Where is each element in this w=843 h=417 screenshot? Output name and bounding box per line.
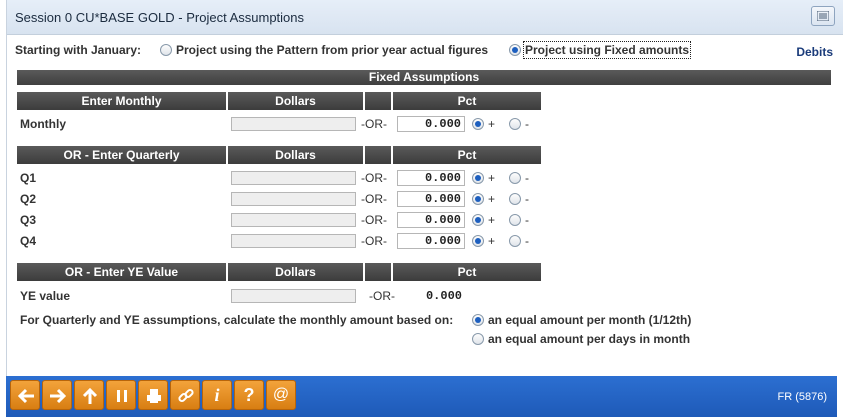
q3-or-label: -OR- (361, 213, 387, 227)
q2-minus-radio[interactable] (509, 193, 521, 205)
q3-plus-label: + (488, 213, 496, 227)
q1-label: Q1 (20, 171, 37, 185)
q4-plus-label: + (488, 234, 496, 248)
q2-pct-input[interactable]: 0.000 (397, 191, 465, 207)
ye-or-label: -OR- (369, 289, 395, 303)
monthly-header-dollars: Dollars (228, 92, 363, 110)
ye-pct-value: 0.000 (425, 289, 462, 303)
q3-minus-label: - (525, 213, 529, 227)
ye-label: YE value (20, 289, 71, 303)
calc-equal-month-radio[interactable] (472, 314, 484, 326)
q1-pct-input[interactable]: 0.000 (397, 170, 465, 186)
q2-minus-label: - (525, 192, 529, 206)
monthly-minus-label: - (525, 117, 529, 131)
app-window: Session 0 CU*BASE GOLD - Project Assumpt… (6, 0, 843, 417)
q3-plus-radio[interactable] (472, 214, 484, 226)
pattern-label[interactable]: Project using the Pattern from prior yea… (176, 43, 488, 57)
q2-label: Q2 (20, 192, 37, 206)
q3-minus-radio[interactable] (509, 214, 521, 226)
fixed-radio[interactable] (509, 44, 521, 56)
calc-equal-days-radio[interactable] (472, 333, 484, 345)
monthly-plus-radio[interactable] (472, 118, 484, 130)
q3-pct-input[interactable]: 0.000 (397, 212, 465, 228)
q1-dollars-input[interactable] (231, 171, 356, 185)
q4-minus-radio[interactable] (509, 235, 521, 247)
q4-dollars-input[interactable] (231, 234, 356, 248)
q1-minus-radio[interactable] (509, 172, 521, 184)
link-icon (178, 388, 194, 403)
window-title: Session 0 CU*BASE GOLD - Project Assumpt… (15, 10, 305, 25)
q2-plus-label: + (488, 192, 496, 206)
q4-plus-radio[interactable] (472, 235, 484, 247)
link-button[interactable] (170, 380, 200, 410)
section-header: Fixed Assumptions (17, 70, 831, 85)
q1-minus-label: - (525, 171, 529, 185)
at-button[interactable]: @ (266, 380, 296, 410)
info-icon: i (214, 385, 220, 405)
up-button[interactable] (74, 380, 104, 410)
q2-or-label: -OR- (361, 192, 387, 206)
pattern-radio[interactable] (160, 44, 172, 56)
q2-plus-radio[interactable] (472, 193, 484, 205)
ye-header-label: OR - Enter YE Value (17, 263, 226, 281)
ye-dollars-input[interactable] (231, 289, 356, 303)
fixed-label[interactable]: Project using Fixed amounts (522, 41, 692, 59)
print-icon (147, 389, 161, 403)
q4-label: Q4 (20, 234, 37, 248)
quarterly-header-pct: Pct (393, 146, 541, 164)
help-button[interactable]: ? (234, 380, 264, 410)
projection-options: Starting with January: Project using the… (7, 34, 843, 64)
print-button[interactable] (138, 380, 168, 410)
q1-or-label: -OR- (361, 171, 387, 185)
window-menu-button[interactable] (811, 6, 835, 26)
menu-icon (817, 11, 829, 21)
title-bar: Session 0 CU*BASE GOLD - Project Assumpt… (7, 0, 843, 35)
forward-button[interactable] (42, 380, 72, 410)
calc-basis-label: For Quarterly and YE assumptions, calcul… (20, 313, 454, 327)
q3-dollars-input[interactable] (231, 213, 356, 227)
bottom-toolbar: i ? @ FR (5876) (6, 376, 837, 417)
forward-arrow-icon (50, 388, 67, 404)
back-button[interactable] (10, 380, 40, 410)
quarterly-header-spacer (365, 146, 391, 164)
back-arrow-icon (17, 388, 34, 404)
calc-equal-days-label[interactable]: an equal amount per days in month (488, 332, 690, 346)
at-icon: @ (272, 386, 290, 403)
q1-plus-radio[interactable] (472, 172, 484, 184)
q4-or-label: -OR- (361, 234, 387, 248)
calc-equal-month-label[interactable]: an equal amount per month (1/12th) (488, 313, 691, 327)
monthly-label: Monthly (20, 117, 66, 131)
quarterly-header-label: OR - Enter Quarterly (17, 146, 226, 164)
screen-code: FR (5876) (777, 391, 827, 403)
pause-icon (117, 390, 127, 402)
info-button[interactable]: i (202, 380, 232, 410)
ye-header-dollars: Dollars (228, 263, 363, 281)
ye-header-pct: Pct (393, 263, 541, 281)
up-arrow-icon (82, 387, 98, 404)
q3-label: Q3 (20, 213, 37, 227)
quarterly-header-dollars: Dollars (228, 146, 363, 164)
monthly-header-label: Enter Monthly (17, 92, 226, 110)
q1-plus-label: + (488, 171, 496, 185)
help-icon: ? (243, 385, 255, 405)
pause-button[interactable] (106, 380, 136, 410)
monthly-header-pct: Pct (393, 92, 541, 110)
q4-minus-label: - (525, 234, 529, 248)
debits-label: Debits (796, 45, 833, 59)
starting-label: Starting with January: (15, 43, 142, 57)
q2-dollars-input[interactable] (231, 192, 356, 206)
monthly-minus-radio[interactable] (509, 118, 521, 130)
monthly-pct-input[interactable]: 0.000 (397, 116, 465, 132)
monthly-plus-label: + (488, 117, 496, 131)
q4-pct-input[interactable]: 0.000 (397, 233, 465, 249)
monthly-or-label: -OR- (361, 117, 387, 131)
ye-header-spacer (365, 263, 391, 281)
monthly-dollars-input[interactable] (231, 117, 356, 131)
monthly-header-spacer (365, 92, 391, 110)
